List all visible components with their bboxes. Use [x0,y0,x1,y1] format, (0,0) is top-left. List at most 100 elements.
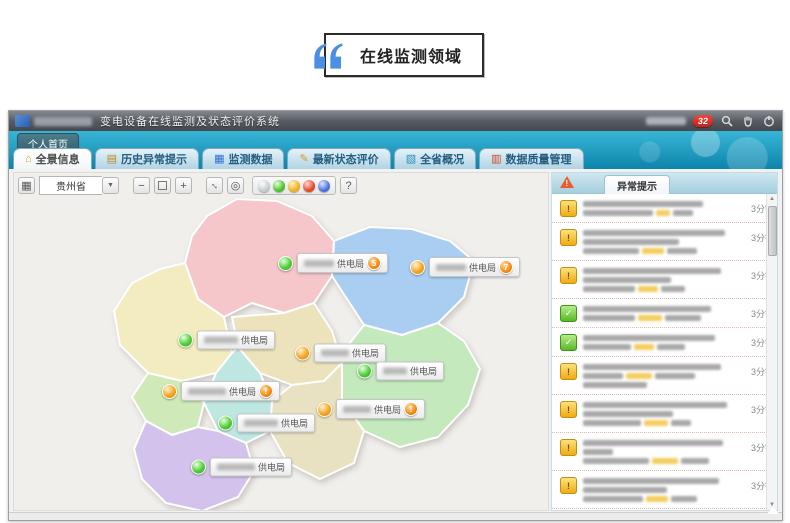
map-panel: ▦ 贵州省 ▼ − + ↔ ◎ ? 供电局5供电局7供电局供电局供电局 [13,172,549,511]
alert-row-4[interactable]: ✓3分钟前关 闭 [552,299,767,328]
alert-row-3[interactable]: !3分钟前报警中 [552,261,767,299]
alarm-count-badge: ! [259,384,273,398]
bureau-label: 供电局 [314,344,386,363]
tab-label: 最新状态评价 [313,151,379,167]
map-label-7[interactable]: 供电局! [317,399,425,419]
status-filter-group [252,176,336,195]
scroll-up-icon[interactable]: ▲ [767,194,777,204]
alert-time: 3分钟前 [739,202,767,217]
bureau-suffix: 供电局 [281,417,308,430]
search-icon[interactable] [720,114,734,128]
alert-time: 3分钟前 [739,336,767,351]
alert-row-7[interactable]: !3分钟前报警中 [552,395,767,433]
bureau-name-blurred [304,260,334,267]
tab-label: 历史异常提示 [121,151,187,167]
alert-row-2[interactable]: !3分钟前报警中 [552,223,767,261]
bureau-label: 供电局5 [297,253,388,273]
tab-2[interactable]: ▤ 历史异常提示 [95,148,199,169]
alert-row-10[interactable]: !3分钟前报警中 [552,509,767,510]
status-dot-green-icon [357,364,372,379]
alarm-icon: ! [560,401,577,418]
bureau-suffix: 供电局 [410,365,437,378]
content-area: ▦ 贵州省 ▼ − + ↔ ◎ ? 供电局5供电局7供电局供电局供电局 [9,169,782,513]
bureau-name-blurred [321,350,349,357]
alert-text-blurred [583,362,733,389]
alert-row-9[interactable]: !3分钟前报警中 [552,471,767,509]
province-select-value[interactable]: 贵州省 [39,176,102,195]
locate-button[interactable]: ◎ [227,177,244,194]
scrollbar-thumb[interactable] [768,206,777,256]
alert-time: 3分钟前 [739,479,767,503]
alert-time: 3分钟前 [739,307,767,322]
pan-hand-icon[interactable] [741,114,755,128]
history-icon: ▤ [107,154,117,165]
map-label-4[interactable]: 供电局 [295,344,386,363]
alarm-count-badge: 7 [499,260,513,274]
map-label-3[interactable]: 供电局 [178,331,275,350]
province-select[interactable]: 贵州省 ▼ [39,176,119,195]
alarm-icon: ! [560,477,577,494]
bureau-suffix: 供电局 [374,403,401,416]
map-label-1[interactable]: 供电局5 [278,253,388,273]
alert-row-1[interactable]: !3分钟前报警中 [552,194,767,223]
quality-icon: ▥ [491,154,501,165]
notification-badge[interactable]: 32 [692,115,713,127]
bureau-suffix: 供电局 [241,334,268,347]
map-label-2[interactable]: 供电局7 [410,257,520,277]
status-dot-red[interactable] [303,180,315,192]
zoom-out-button[interactable]: − [133,177,150,194]
home-icon: ⌂ [25,154,32,165]
map-label-8[interactable]: 供电局 [218,414,315,433]
app-window: 变电设备在线监测及状态评价系统 32 个人首页 ⌂全景信息▤历史异常提示▦监测数… [8,110,783,521]
overview-icon: ▧ [406,154,416,165]
northeast-region[interactable] [332,227,474,335]
user-label-blurred [646,117,686,125]
tab-1[interactable]: ⌂ 全景信息 [13,148,92,169]
tab-6[interactable]: ▥数据质量管理 [479,148,583,169]
tab-4[interactable]: ✎最新状态评价 [287,148,390,169]
alert-text-blurred [583,400,733,427]
status-dot-gray[interactable] [258,180,270,192]
alarm-icon: ! [560,200,577,217]
map-label-6[interactable]: 供电局 [357,362,444,381]
status-dot-blue[interactable] [318,180,330,192]
app-logo-icon [15,115,30,127]
power-icon[interactable] [762,114,776,128]
help-button[interactable]: ? [340,177,357,194]
map-toolbar: ▦ 贵州省 ▼ − + ↔ ◎ ? [14,173,548,198]
map-label-9[interactable]: 供电局 [191,458,292,477]
zoom-in-button[interactable]: + [175,177,192,194]
bureau-suffix: 供电局 [352,347,379,360]
alarm-count-badge: 5 [367,256,381,270]
alerts-list: !3分钟前报警中!3分钟前报警中!3分钟前报警中✓3分钟前关 闭✓3分钟前关 闭… [552,194,767,510]
alerts-tab[interactable]: 异常提示 [604,175,670,194]
alarm-count-badge: ! [404,402,418,416]
status-dot-yellow[interactable] [288,180,300,192]
status-dot-green[interactable] [273,180,285,192]
alarm-icon: ! [560,229,577,246]
tab-5[interactable]: ▧全省概况 [394,148,476,169]
layers-icon[interactable]: ▦ [18,177,35,194]
bureau-suffix: 供电局 [229,385,256,398]
alarm-icon: ! [560,267,577,284]
alert-row-5[interactable]: ✓3分钟前关 闭 [552,328,767,357]
headline: 在线监测领域 [324,33,484,77]
pan-mode-button[interactable]: ↔ [206,177,223,194]
alert-text-blurred [583,228,733,255]
bureau-name-blurred [217,464,255,471]
tab-3[interactable]: ▦监测数据 [202,148,284,169]
app-title: 变电设备在线监测及状态评价系统 [100,113,280,129]
quote-icon [312,42,346,70]
alerts-scrollbar[interactable]: ▲ ▼ [766,194,777,510]
bureau-name-blurred [244,420,278,427]
chevron-down-icon[interactable]: ▼ [102,177,119,194]
bureau-name-blurred [436,264,466,271]
alert-time: 3分钟前 [739,231,767,255]
tab-label: 全景信息 [36,151,80,167]
map-label-5[interactable]: 供电局! [162,381,280,401]
alert-row-8[interactable]: !3分钟前报警中 [552,433,767,471]
alert-row-6[interactable]: !3分钟前报警中 [552,357,767,395]
bureau-label: 供电局 [376,362,444,381]
zoom-reset-button[interactable] [154,177,171,194]
nav-band: 个人首页 ⌂全景信息▤历史异常提示▦监测数据✎最新状态评价▧全省概况▥数据质量管… [9,131,782,169]
